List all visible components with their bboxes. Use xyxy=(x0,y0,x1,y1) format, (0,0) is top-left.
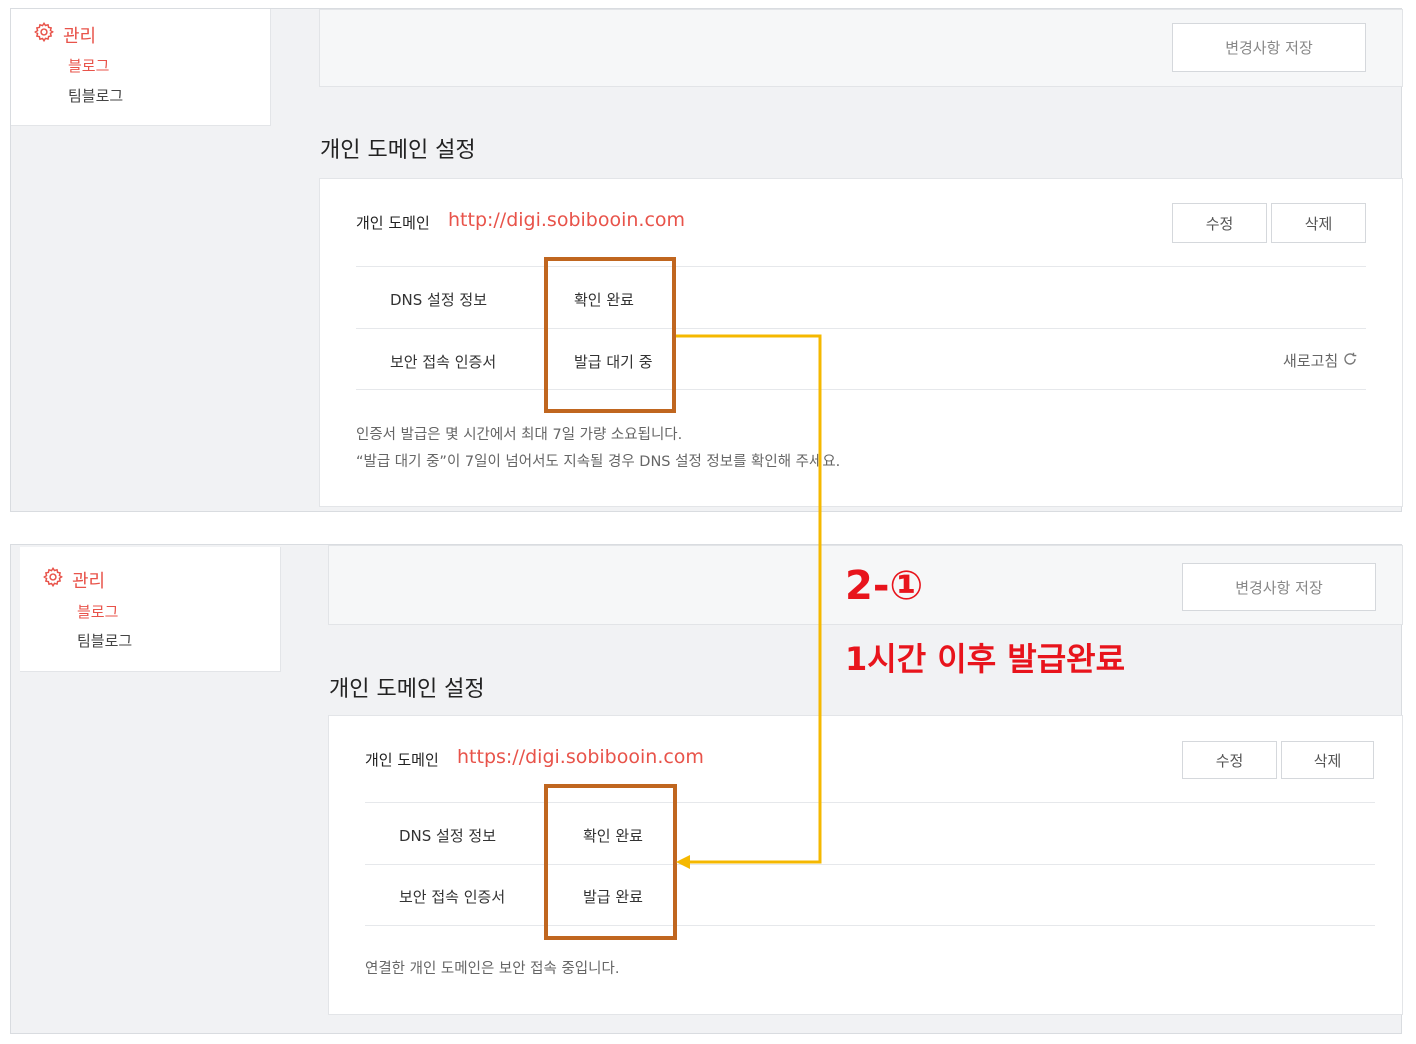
gear-icon xyxy=(42,566,64,593)
step-label: 2-① xyxy=(845,563,924,609)
save-changes-button[interactable]: 변경사항 저장 xyxy=(1172,23,1366,72)
sidebar-item-teamblog[interactable]: 팀블로그 xyxy=(68,85,123,106)
domain-card: 개인 도메인 http://digi.sobibooin.com 수정 삭제 D… xyxy=(319,178,1403,507)
step-caption: 1시간 이후 발급완료 xyxy=(845,640,1126,678)
highlight-box-bottom xyxy=(544,784,677,940)
dns-settings-label: DNS 설정 정보 xyxy=(390,291,488,309)
section-title: 개인 도메인 설정 xyxy=(329,677,485,702)
info-note: 인증서 발급은 몇 시간에서 최대 7일 가량 소요됩니다. xyxy=(356,427,683,443)
sidebar-heading[interactable]: 관리 xyxy=(42,566,105,593)
delete-button[interactable]: 삭제 xyxy=(1281,741,1374,779)
divider xyxy=(356,389,1366,390)
refresh-button[interactable]: 새로고침 xyxy=(1283,350,1358,371)
sidebar-heading-label: 관리 xyxy=(72,570,106,592)
domain-label: 개인 도메인 xyxy=(365,751,439,769)
gear-icon xyxy=(33,21,55,48)
domain-card: 개인 도메인 https://digi.sobibooin.com 수정 삭제 … xyxy=(328,715,1403,1015)
domain-label: 개인 도메인 xyxy=(356,214,430,232)
section-title: 개인 도메인 설정 xyxy=(320,138,476,163)
top-panel: 관리 블로그 팀블로그 변경사항 저장 개인 도메인 설정 개인 도메인 htt… xyxy=(10,8,1403,512)
bottom-panel: 관리 블로그 팀블로그 변경사항 저장 개인 도메인 설정 개인 도메인 htt… xyxy=(10,544,1403,1034)
ssl-certificate-label: 보안 접속 인증서 xyxy=(399,888,506,906)
dns-settings-label: DNS 설정 정보 xyxy=(399,827,497,845)
sidebar-item-blog[interactable]: 블로그 xyxy=(77,601,118,622)
refresh-icon xyxy=(1342,351,1358,371)
divider xyxy=(365,925,1375,926)
sidebar-item-teamblog[interactable]: 팀블로그 xyxy=(77,630,132,651)
domain-url[interactable]: http://digi.sobibooin.com xyxy=(448,209,685,231)
divider xyxy=(356,266,1366,267)
sidebar: 관리 블로그 팀블로그 xyxy=(11,9,271,126)
ssl-certificate-label: 보안 접속 인증서 xyxy=(390,353,497,371)
sidebar-heading-label: 관리 xyxy=(63,25,97,47)
highlight-box-top xyxy=(544,257,676,413)
domain-url[interactable]: https://digi.sobibooin.com xyxy=(457,746,704,768)
edit-button[interactable]: 수정 xyxy=(1172,203,1267,243)
sidebar-item-blog[interactable]: 블로그 xyxy=(68,55,109,76)
sidebar-heading[interactable]: 관리 xyxy=(33,21,96,48)
edit-button[interactable]: 수정 xyxy=(1182,741,1277,779)
top-action-bar: 변경사항 저장 xyxy=(319,9,1403,87)
delete-button[interactable]: 삭제 xyxy=(1271,203,1366,243)
info-note: 연결한 개인 도메인은 보안 접속 중입니다. xyxy=(365,961,620,977)
divider xyxy=(365,864,1375,865)
info-note: “발급 대기 중”이 7일이 넘어서도 지속될 경우 DNS 설정 정보를 확인… xyxy=(356,454,841,470)
refresh-label: 새로고침 xyxy=(1283,352,1339,370)
divider xyxy=(365,802,1375,803)
sidebar: 관리 블로그 팀블로그 xyxy=(20,547,281,672)
save-changes-button[interactable]: 변경사항 저장 xyxy=(1182,563,1376,611)
divider xyxy=(356,328,1366,329)
